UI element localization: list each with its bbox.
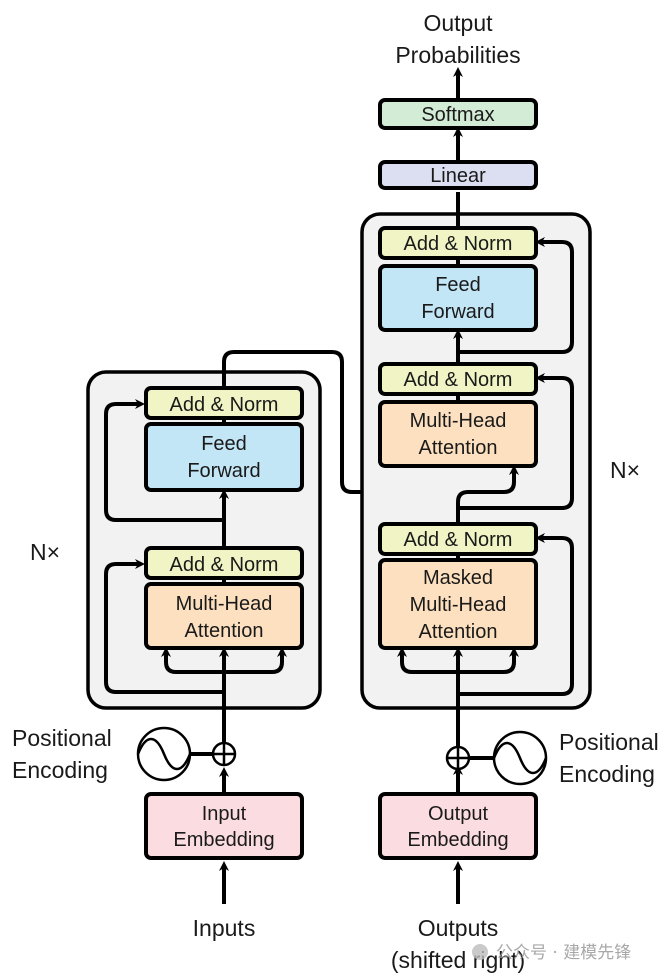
watermark-text: 公众号 · 建模先锋 xyxy=(496,943,631,963)
decoder-masked-attention-label-3: Attention xyxy=(419,621,498,643)
watermark: 公众号 · 建模先锋 xyxy=(472,943,631,963)
encoder-attention-label-1: Multi-Head xyxy=(176,593,273,615)
transformer-diagram: Add & Norm Feed Forward Add & Norm Multi… xyxy=(12,10,659,973)
encoder-repeat-label: N× xyxy=(30,539,60,565)
output-embedding-label-2: Embedding xyxy=(407,829,508,851)
input-embedding-label-2: Embedding xyxy=(173,829,274,851)
decoder-pe-label-2: Encoding xyxy=(559,761,655,787)
input-embedding-label-1: Input xyxy=(202,803,247,825)
decoder-feed-forward-label-1: Feed xyxy=(435,274,481,296)
encoder-add-norm-top-label: Add & Norm xyxy=(170,394,279,416)
output-probabilities-label-1: Output xyxy=(423,10,493,36)
decoder-add-icon xyxy=(445,745,471,771)
inputs-label: Inputs xyxy=(193,915,256,941)
output-embedding-label-1: Output xyxy=(428,803,488,825)
decoder-add-norm-top-label: Add & Norm xyxy=(404,233,513,255)
decoder-cross-attention-label-2: Attention xyxy=(419,437,498,459)
encoder-pe-label-1: Positional xyxy=(12,725,112,751)
encoder-attention-label-2: Attention xyxy=(185,620,264,642)
decoder-cross-attention-label-1: Multi-Head xyxy=(410,410,507,432)
encoder-add-icon xyxy=(211,741,237,767)
output-probabilities-label-2: Probabilities xyxy=(395,42,520,68)
outputs-label-1: Outputs xyxy=(418,915,499,941)
encoder-feed-forward-label-1: Feed xyxy=(201,433,247,455)
encoder-feed-forward-label-2: Forward xyxy=(187,460,260,482)
encoder-add-norm-bottom-label: Add & Norm xyxy=(170,554,279,576)
encoder-pe-label-2: Encoding xyxy=(12,757,108,783)
decoder-repeat-label: N× xyxy=(610,457,640,483)
decoder-feed-forward-label-2: Forward xyxy=(421,301,494,323)
wechat-icon xyxy=(472,944,488,960)
decoder-positional-encoding-icon xyxy=(492,730,548,786)
softmax-label: Softmax xyxy=(421,104,494,126)
decoder-pe-label-1: Positional xyxy=(559,729,659,755)
encoder-positional-encoding-icon xyxy=(136,726,192,782)
linear-label: Linear xyxy=(430,165,486,187)
decoder-add-norm-mid-label: Add & Norm xyxy=(404,369,513,391)
decoder-add-norm-bottom-label: Add & Norm xyxy=(404,529,513,551)
decoder-masked-attention-label-2: Multi-Head xyxy=(410,594,507,616)
decoder-masked-attention-label-1: Masked xyxy=(423,567,493,589)
